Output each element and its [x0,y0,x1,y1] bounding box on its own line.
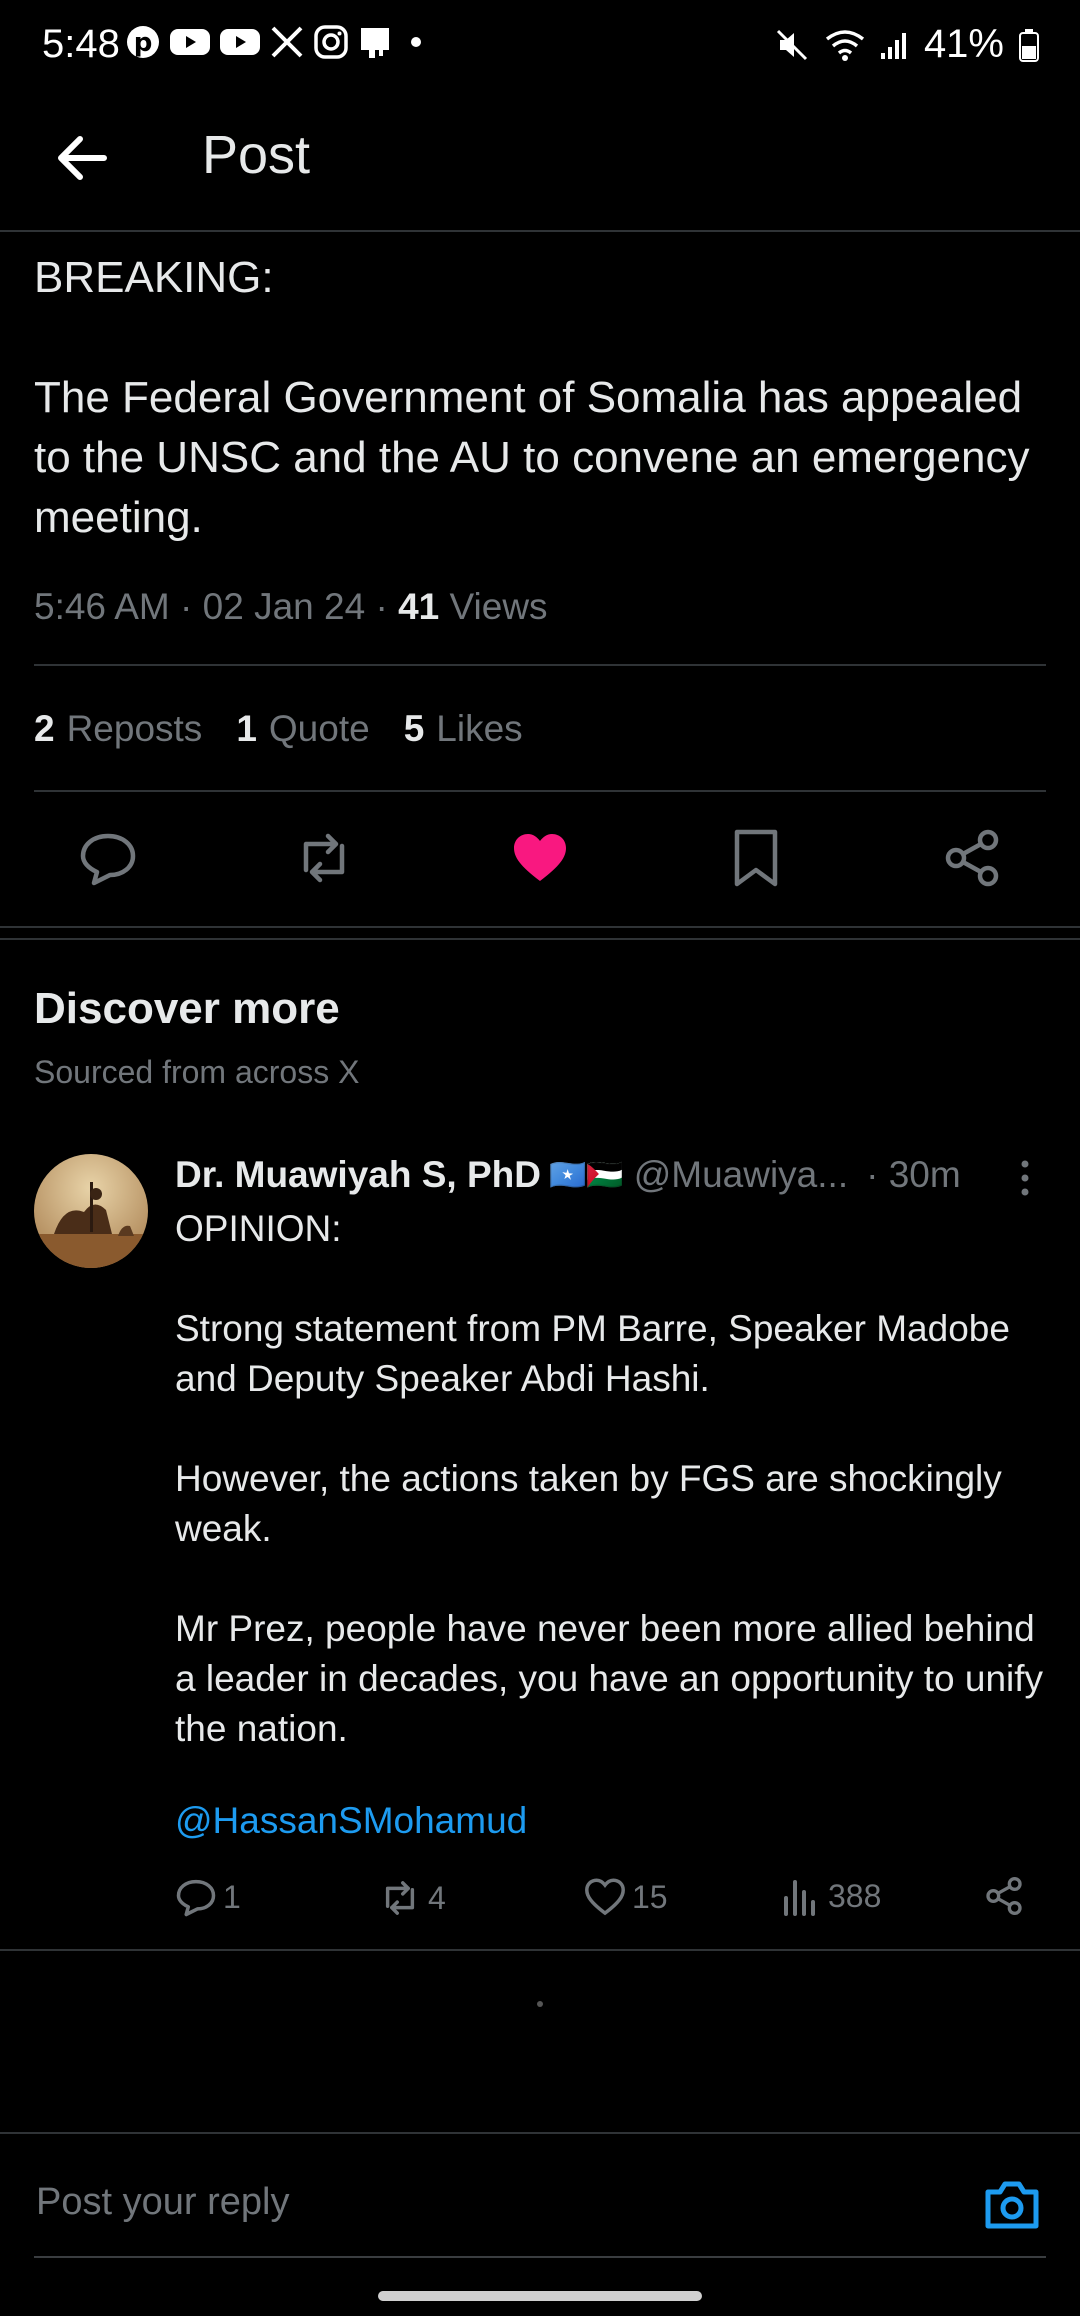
pinterest-icon: p [127,26,159,58]
post-stats: 2 Reposts 1 Quote 5 Likes [34,708,523,750]
quotes-count: 1 [236,708,257,749]
tweet-time: · 30m [866,1154,961,1195]
loading-indicator [537,2001,543,2007]
reply-bar-divider [0,2132,1080,2134]
more-vertical-icon [1021,1160,1029,1196]
tweet-handle: @Muawiya... [633,1154,849,1195]
share-icon [986,1877,1022,1915]
stats-divider [34,790,1046,792]
camera-button[interactable] [982,2178,1042,2232]
tweet-views-count: 388 [828,1877,882,1914]
share-button[interactable] [940,826,1004,890]
post-meta: 5:46 AM · 02 Jan 24 · 41 Views [34,586,548,627]
more-options-button[interactable] [1010,1158,1040,1198]
quotes-label: Quote [268,708,370,749]
comment-icon [80,833,136,886]
heart-filled-icon [514,834,566,881]
heart-icon [585,1878,625,1916]
quotes-stat[interactable]: 1 Quote [236,708,369,750]
tweet-views-button[interactable]: 388 [782,1876,881,1916]
repost-button[interactable] [292,826,356,890]
tweet-divider [0,1949,1080,1951]
back-button[interactable] [52,128,112,188]
tweet-reply-button[interactable]: 1 [175,1876,241,1918]
actions-divider [0,926,1080,928]
avatar[interactable] [34,1154,148,1268]
discover-title: Discover more [34,984,340,1033]
share-icon [945,829,999,887]
comment-icon [176,1879,216,1917]
dot-icon [411,37,421,47]
mute-icon [776,29,807,60]
notification-icons: p [125,24,429,60]
home-indicator[interactable] [378,2291,702,2301]
reply-underline [34,2256,1046,2258]
battery-percent: 41% [923,22,1004,66]
tweet-repost-button[interactable]: 4 [378,1876,446,1920]
reposts-count: 2 [34,708,55,749]
tweet-header[interactable]: Dr. Muawiyah S, PhD 🇸🇴🇵🇸 @Muawiya... · 3… [175,1154,961,1196]
status-time: 5:48 [42,22,120,66]
page-title: Post [202,125,311,185]
wifi-icon [825,29,865,61]
reposts-label: Reposts [66,708,203,749]
views-count: 41 [398,586,440,627]
bookmark-button[interactable] [724,826,788,890]
tweet-like-button[interactable]: 15 [584,1876,668,1918]
bookmark-icon [734,829,778,887]
youtube-icon [220,29,260,55]
signal-icon [880,32,906,59]
instagram-icon [314,25,348,59]
reply-input[interactable] [34,2180,938,2225]
screenshot-icon [361,28,389,58]
post-date: 02 Jan 24 [202,586,366,627]
header-divider [0,230,1080,232]
reposts-stat[interactable]: 2 Reposts [34,708,202,750]
battery-icon [1019,28,1039,62]
tweet-body: OPINION: Strong statement from PM Barre,… [175,1208,1044,1749]
discover-subtitle: Sourced from across X [34,1054,360,1090]
tweet-author-name: Dr. Muawiyah S, PhD [175,1154,541,1195]
repost-icon [385,1881,415,1915]
post-text: BREAKING: The Federal Government of Soma… [34,253,1030,542]
views-label: Views [449,586,548,627]
meta-divider [34,664,1046,666]
mention-link[interactable]: @HassanSMohamud [175,1800,527,1842]
like-button[interactable] [508,826,572,890]
flag-emojis: 🇸🇴🇵🇸 [548,1158,624,1192]
post-time: 5:46 AM [34,586,170,627]
svg-text:p: p [134,28,153,58]
repost-icon [303,833,345,883]
likes-count: 5 [403,708,425,749]
section-divider [0,938,1080,940]
camera-icon [985,2181,1039,2229]
likes-label: Likes [436,708,523,749]
likes-stat[interactable]: 5 Likes [404,708,523,750]
tweet-replies-count: 1 [223,1878,241,1915]
tweet-share-button[interactable] [984,1876,1024,1916]
tweet-likes-count: 15 [632,1878,668,1915]
x-icon [271,26,303,58]
reply-button[interactable] [76,826,140,890]
arrow-left-icon [58,136,107,180]
analytics-icon [784,1880,815,1916]
tweet-reposts-count: 4 [428,1879,446,1916]
status-right: 41% [774,22,1040,67]
youtube-icon [170,29,210,55]
